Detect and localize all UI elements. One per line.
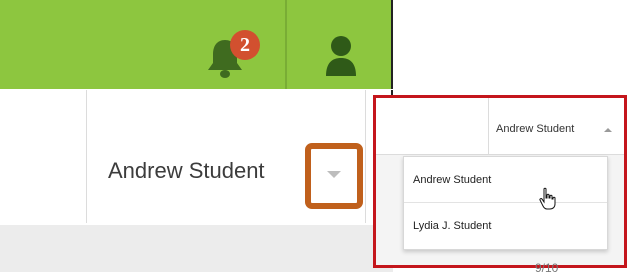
dropdown-zoom-inset: Andrew Student Andrew Student Lydia J. S… (373, 95, 627, 268)
user-row-divider (365, 90, 366, 223)
menu-item-andrew-student[interactable]: Andrew Student (404, 157, 607, 203)
person-icon (326, 36, 356, 76)
menu-item-lydia-student[interactable]: Lydia J. Student (404, 203, 607, 249)
page-number: 9/10 (535, 261, 559, 275)
inset-current-user[interactable]: Andrew Student (496, 123, 574, 135)
user-menu-button[interactable] (325, 35, 357, 82)
inset-header-divider (488, 98, 489, 154)
hand-cursor-icon (539, 187, 556, 210)
caret-up-icon[interactable] (604, 128, 612, 132)
user-row-divider (86, 90, 87, 223)
header-divider (285, 0, 287, 89)
user-switch-menu: Andrew Student Lydia J. Student (403, 156, 608, 250)
notification-count-badge: 2 (230, 30, 260, 60)
current-user-name[interactable]: Andrew Student (108, 158, 265, 184)
page-background-strip (0, 225, 393, 272)
notifications-button[interactable]: 2 (202, 30, 262, 82)
callout-highlight-box (305, 143, 363, 209)
